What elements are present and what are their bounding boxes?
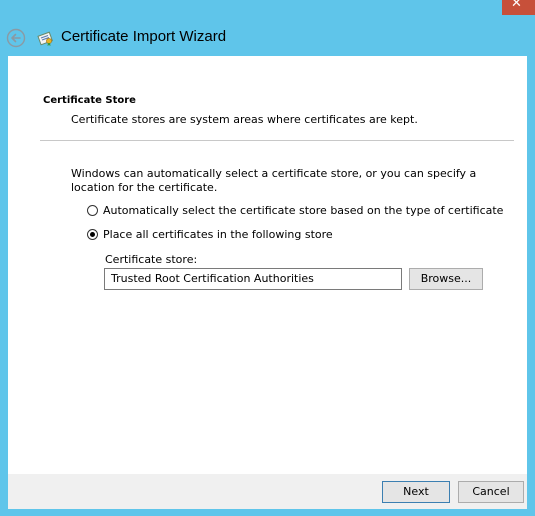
certificate-store-field[interactable]: Trusted Root Certification Authorities xyxy=(104,268,402,290)
section-heading: Certificate Store xyxy=(43,95,136,106)
browse-button[interactable]: Browse... xyxy=(409,268,483,290)
separator xyxy=(40,140,514,141)
radio-selected-dot xyxy=(90,232,95,237)
window-title: Certificate Import Wizard xyxy=(61,28,227,45)
radio-button-automatic[interactable] xyxy=(87,205,98,216)
back-arrow-icon xyxy=(6,28,26,48)
close-button[interactable]: ✕ xyxy=(502,0,535,15)
radio-label-automatic: Automatically select the certificate sto… xyxy=(103,204,504,217)
radio-button-specific-store[interactable] xyxy=(87,229,98,240)
certificate-store-label: Certificate store: xyxy=(105,253,198,266)
back-button[interactable] xyxy=(6,28,26,48)
intro-text: Windows can automatically select a certi… xyxy=(71,167,477,194)
certificate-icon xyxy=(37,29,55,47)
cancel-button[interactable]: Cancel xyxy=(458,481,524,503)
wizard-window: ✕ Certificate Import Wizard Certificate … xyxy=(0,0,535,516)
close-icon: ✕ xyxy=(511,0,522,11)
radio-label-specific-store: Place all certificates in the following … xyxy=(103,228,333,241)
next-button[interactable]: Next xyxy=(382,481,450,503)
section-subheading: Certificate stores are system areas wher… xyxy=(71,113,418,126)
